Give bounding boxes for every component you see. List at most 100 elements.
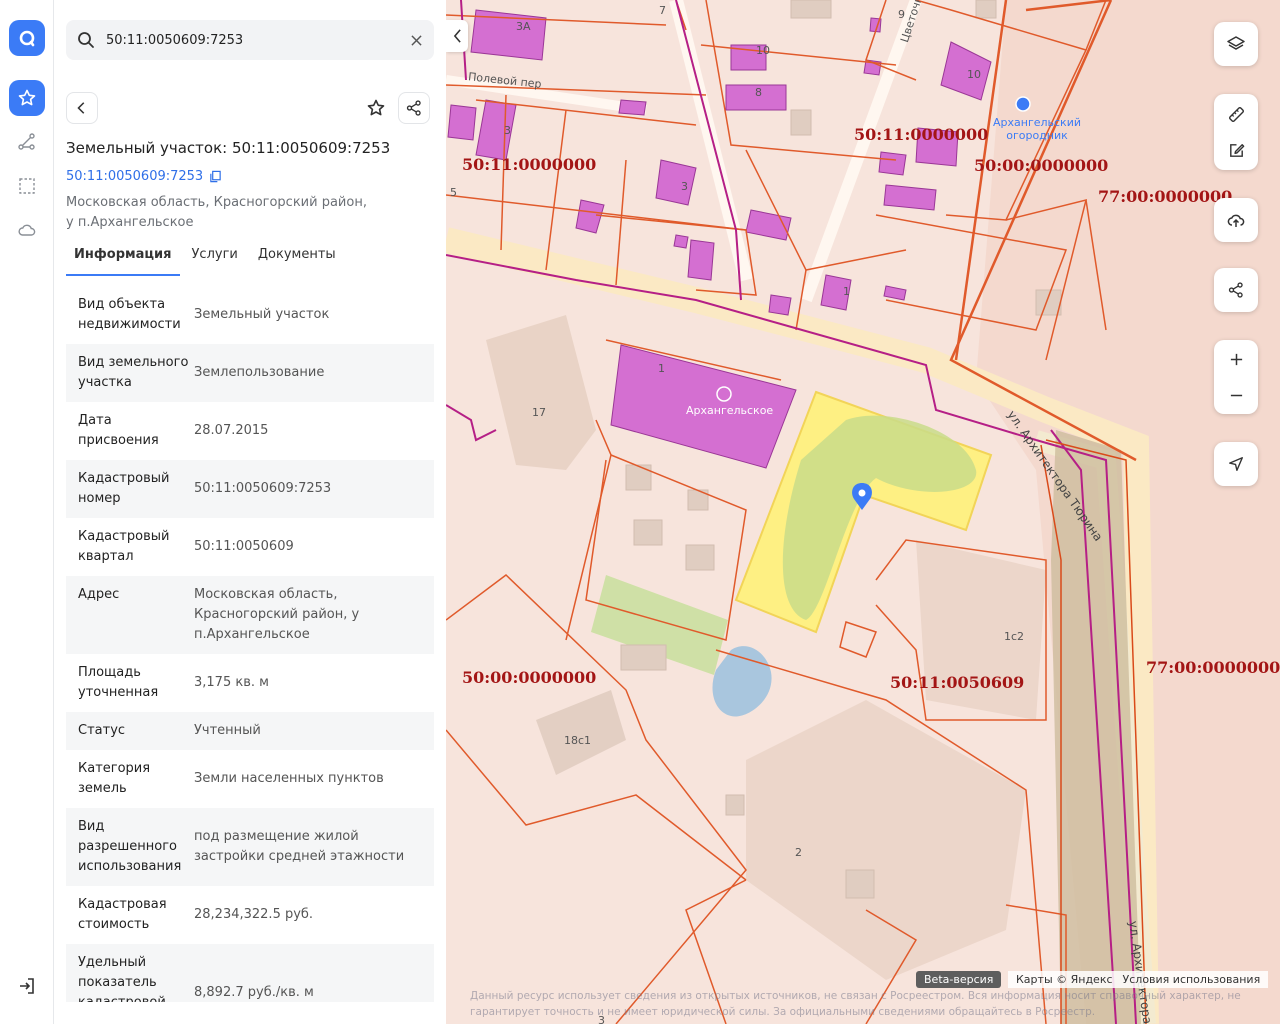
ruler-icon xyxy=(1228,106,1244,122)
collapse-panel-button[interactable] xyxy=(446,20,468,52)
info-table: Вид объекта недвижимости Земельный участо… xyxy=(66,286,434,1002)
info-row: Вид земельного участка Землепользование xyxy=(66,344,434,402)
object-title: Земельный участок: 50:11:0050609:7253 xyxy=(66,139,391,157)
house-number: 10 xyxy=(967,68,981,81)
info-row: Кадастровый квартал 50:11:0050609 xyxy=(66,518,434,576)
ruler-button[interactable] xyxy=(1214,96,1258,132)
locate-control xyxy=(1214,442,1258,486)
info-value: Учтенный xyxy=(194,723,261,738)
left-rail xyxy=(0,0,54,1024)
info-row: Площадь уточненная 3,175 кв. м xyxy=(66,654,434,712)
info-value: под размещение жилой застройки средней э… xyxy=(194,829,405,864)
zone-label: 50:11:0050609 xyxy=(890,673,1025,692)
close-icon xyxy=(410,34,422,46)
attribution-maps-link[interactable]: Карты © Яндекс xyxy=(1016,973,1113,986)
zone-label: 77:00:0000000 xyxy=(1098,187,1233,206)
zone-label: 50:11:0000000 xyxy=(854,125,989,144)
app-logo[interactable] xyxy=(9,20,45,56)
info-value: Земельный участок xyxy=(194,307,330,322)
edit-icon xyxy=(1229,143,1244,157)
info-key: Кадастровая стоимость xyxy=(78,897,167,932)
map-share-button[interactable] xyxy=(1214,272,1258,308)
star-icon xyxy=(18,89,36,106)
info-key: Вид объекта недвижимости xyxy=(78,297,181,332)
tab-bar: Информация Услуги Документы xyxy=(66,238,434,276)
share-control xyxy=(1214,268,1258,312)
info-key: Категория земель xyxy=(78,761,151,796)
layers-icon xyxy=(1227,36,1245,50)
info-row: Вид разрешенного использования под размещ… xyxy=(66,808,434,886)
share-button[interactable] xyxy=(398,92,430,124)
house-number: 18с1 xyxy=(564,734,592,747)
info-key: Вид разрешенного использования xyxy=(78,819,182,874)
info-value: 50:11:0050609 xyxy=(194,539,294,554)
edit-button[interactable] xyxy=(1214,132,1258,168)
copy-icon[interactable] xyxy=(209,170,222,183)
info-row: Кадастровый номер 50:11:0050609:7253 xyxy=(66,460,434,518)
routes-button[interactable] xyxy=(9,124,45,160)
tab-documents[interactable]: Документы xyxy=(250,238,344,276)
share-icon xyxy=(1228,282,1243,298)
minus-icon xyxy=(1230,394,1242,396)
logo-icon xyxy=(19,30,35,47)
cloud-button[interactable] xyxy=(9,212,45,248)
house-number: 17 xyxy=(532,406,546,419)
favorites-button[interactable] xyxy=(9,80,45,116)
poi-label[interactable]: Архангельский огородник xyxy=(982,116,1092,142)
layers-button[interactable] xyxy=(1214,26,1258,62)
zoom-control xyxy=(1214,340,1258,414)
search-bar xyxy=(66,20,434,60)
object-address: Московская область, Красногорский район,… xyxy=(66,195,367,230)
info-row: Статус Учтенный xyxy=(66,712,434,750)
info-value: 3,175 кв. м xyxy=(194,675,269,690)
house-number: 3А xyxy=(516,20,531,33)
house-number: 9 xyxy=(898,8,905,21)
clear-search-button[interactable] xyxy=(406,30,426,50)
info-key: Кадастровый номер xyxy=(78,471,170,506)
zone-label: 50:00:0000000 xyxy=(974,156,1109,175)
info-key: Адрес xyxy=(78,587,120,602)
house-number: 7 xyxy=(659,4,666,17)
info-row: Категория земель Земли населенных пунктов xyxy=(66,750,434,808)
back-button[interactable] xyxy=(66,92,98,124)
house-number: 8 xyxy=(755,86,762,99)
cadastral-number-link[interactable]: 50:11:0050609:7253 xyxy=(66,169,222,184)
zoom-out-button[interactable] xyxy=(1214,377,1258,413)
map-attribution: Карты © Яндекс Условия использования xyxy=(1008,971,1269,988)
locate-me-button[interactable] xyxy=(1214,446,1258,482)
tools-control xyxy=(1214,94,1258,170)
tab-services[interactable]: Услуги xyxy=(184,238,246,276)
info-value: 28,234,322.5 руб. xyxy=(194,907,314,922)
cadastral-number-text: 50:11:0050609:7253 xyxy=(66,169,204,184)
logout-button[interactable] xyxy=(9,968,45,1004)
cloud-icon xyxy=(18,224,36,236)
route-icon xyxy=(18,133,35,150)
add-favorite-button[interactable] xyxy=(360,92,392,124)
info-value: Московская область, Красногорский район,… xyxy=(194,587,360,642)
map-view[interactable]: 50:11:0000000 50:11:0000000 50:00:000000… xyxy=(446,0,1280,1024)
upload-control xyxy=(1214,198,1258,242)
info-value: 50:11:0050609:7253 xyxy=(194,481,332,496)
zoom-in-button[interactable] xyxy=(1214,341,1258,377)
zone-label: 50:00:0000000 xyxy=(462,668,597,687)
info-key: Площадь уточненная xyxy=(78,665,159,700)
attribution-terms-link[interactable]: Условия использования xyxy=(1123,973,1261,986)
star-icon xyxy=(367,99,385,116)
search-input[interactable] xyxy=(106,20,396,60)
info-value: Землепользование xyxy=(194,365,325,380)
house-number: 3 xyxy=(681,180,688,193)
chevron-left-icon xyxy=(77,102,85,114)
house-number: 1 xyxy=(843,285,850,298)
object-panel: Земельный участок: 50:11:0050609:7253 50… xyxy=(54,0,446,1024)
upload-button[interactable] xyxy=(1214,202,1258,238)
share-icon xyxy=(406,100,421,116)
info-key: Вид земельного участка xyxy=(78,355,189,390)
tab-information[interactable]: Информация xyxy=(66,238,180,276)
area-select-button[interactable] xyxy=(9,168,45,204)
info-row: Адрес Московская область, Красногорский р… xyxy=(66,576,434,654)
house-number: 2 xyxy=(795,846,802,859)
login-icon xyxy=(20,978,34,994)
house-number: 1 xyxy=(658,362,665,375)
poi-label[interactable]: Архангельское xyxy=(686,404,773,417)
cadastral-map[interactable] xyxy=(446,0,1280,1024)
